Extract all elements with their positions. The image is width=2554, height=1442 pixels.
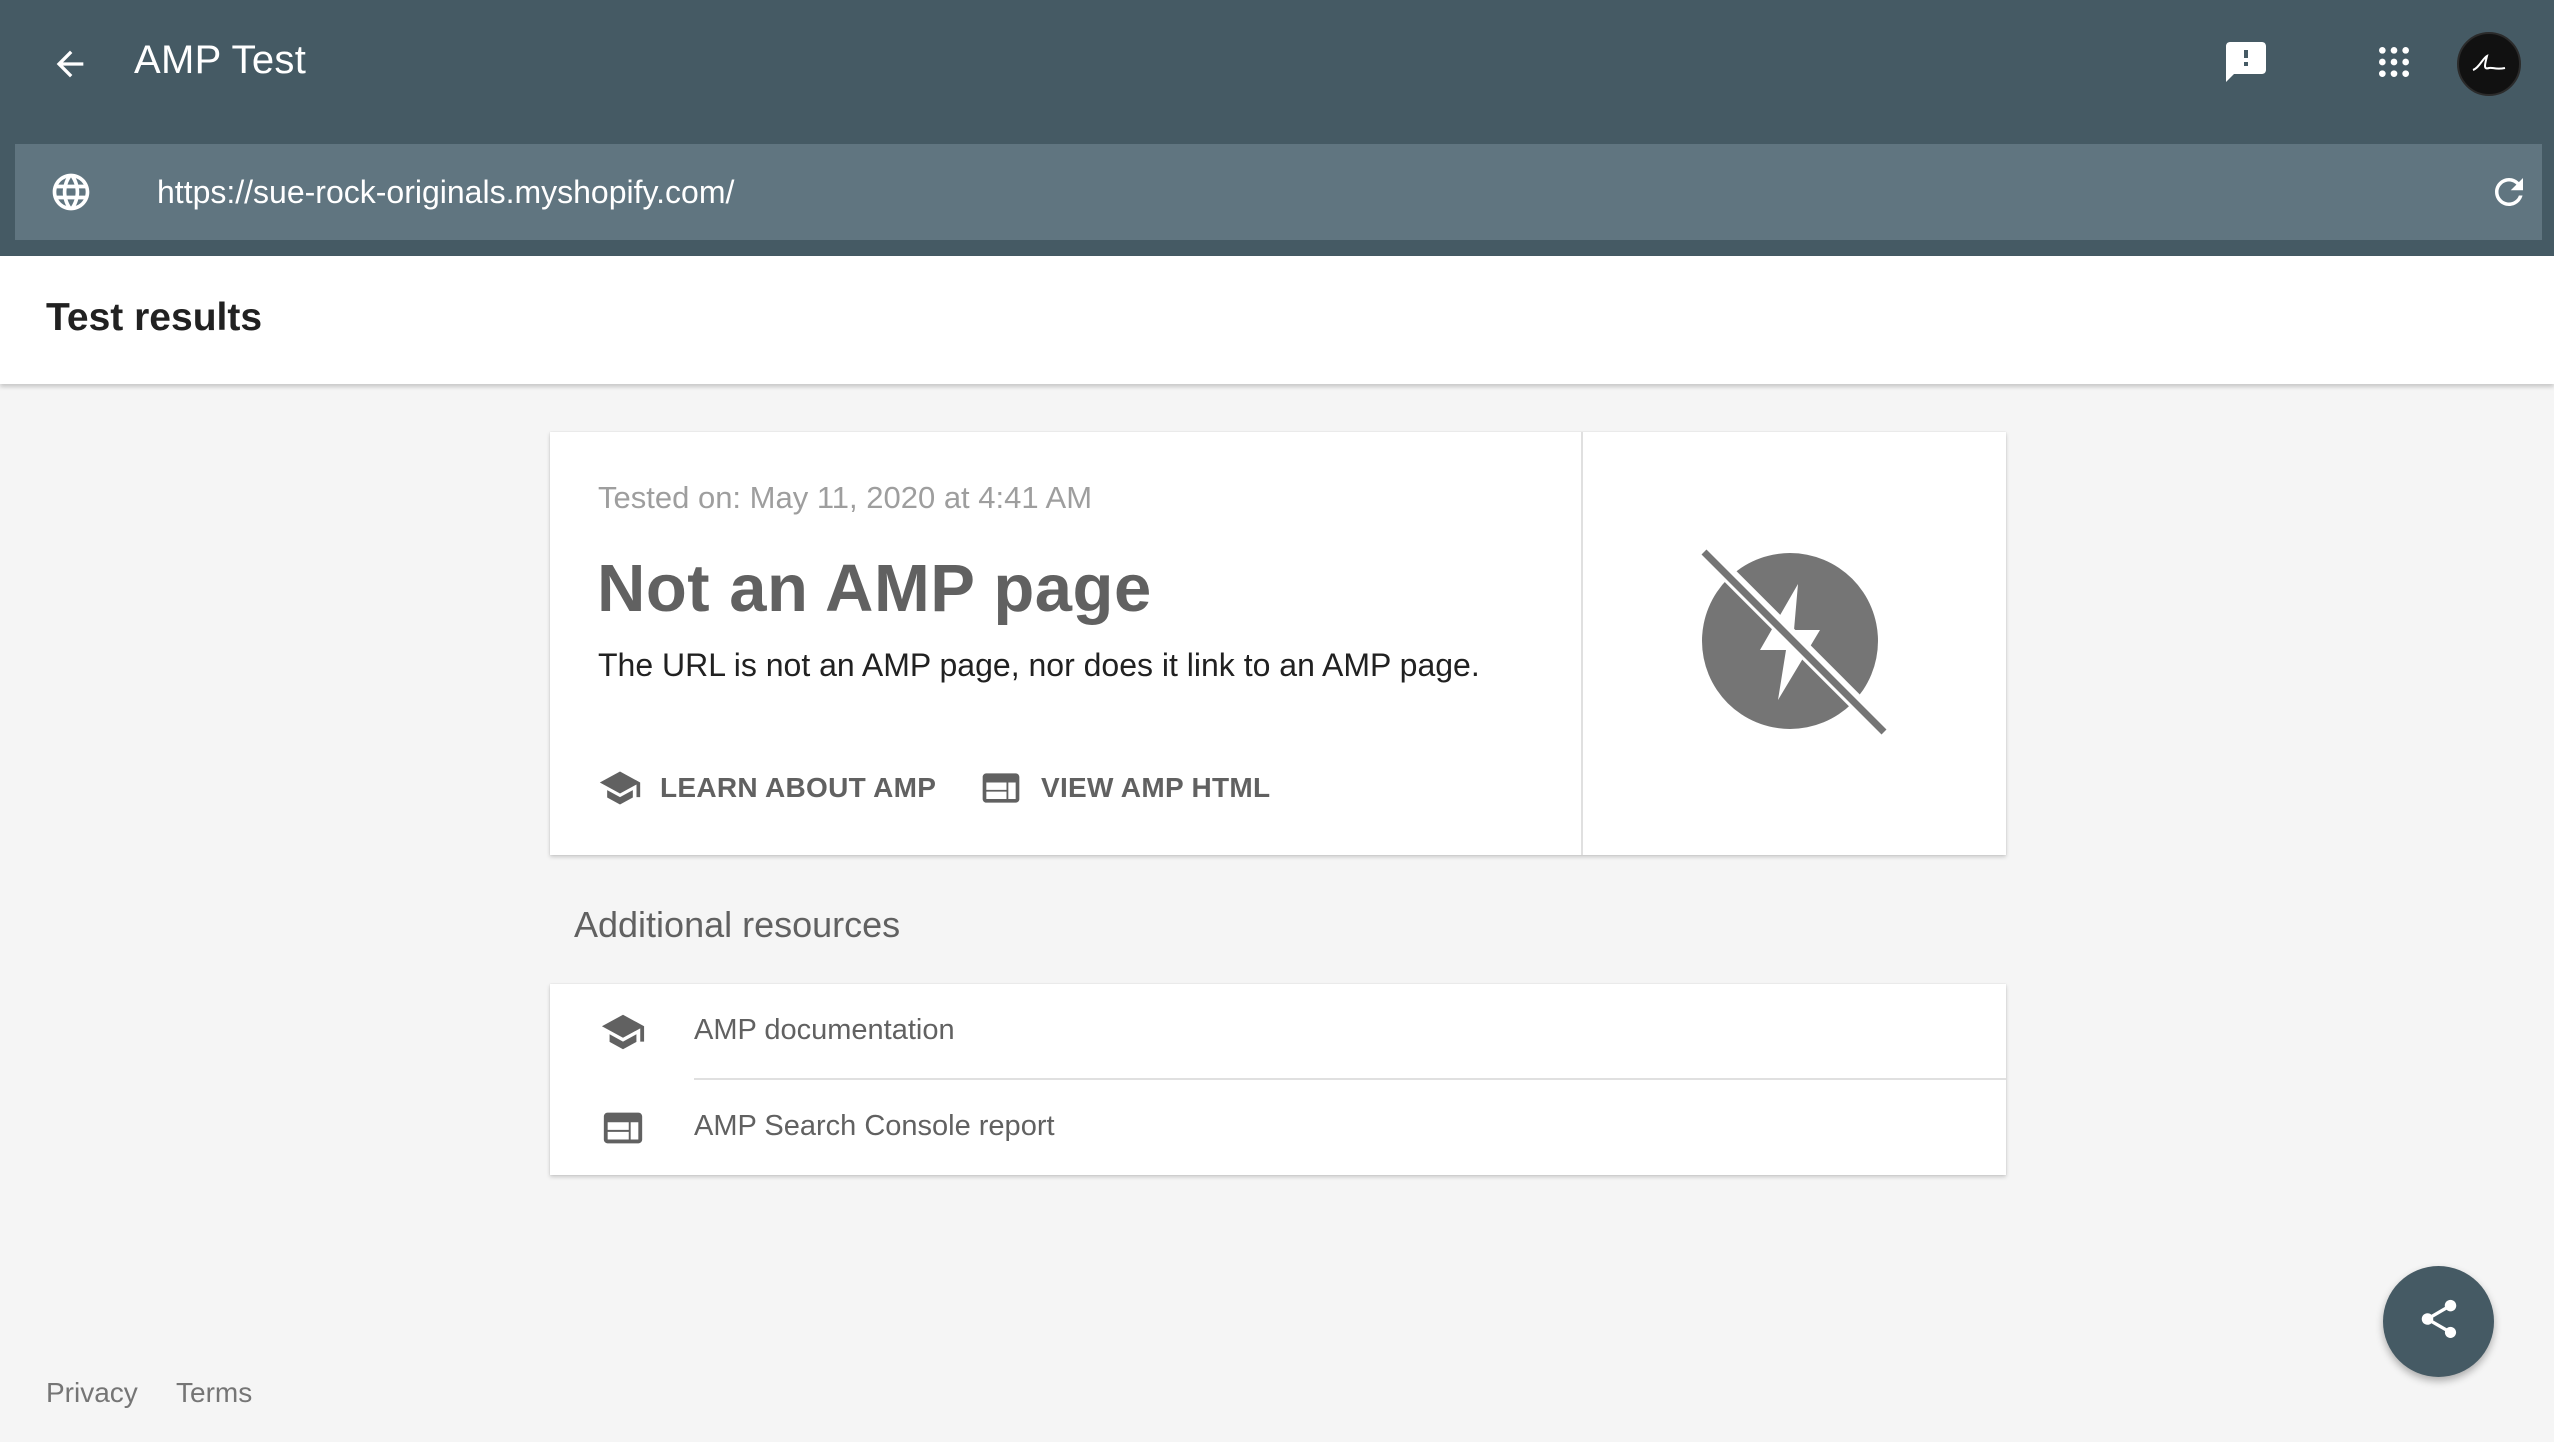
learn-about-amp-button[interactable]: LEARN ABOUT AMP (598, 760, 936, 816)
globe-icon (48, 169, 94, 215)
verdict-card: Tested on: May 11, 2020 at 4:41 AM Not a… (550, 432, 2006, 855)
resources-title: Additional resources (574, 904, 901, 945)
school-icon (600, 1009, 646, 1055)
results-header: Test results (0, 256, 2554, 384)
resources-card: AMP documentation AMP Search Console rep… (550, 984, 2006, 1175)
share-button[interactable] (2383, 1266, 2494, 1377)
page-title: Test results (46, 296, 263, 339)
url-bar (15, 144, 2542, 240)
learn-about-amp-label: LEARN ABOUT AMP (660, 772, 937, 803)
resource-amp-search-console-report[interactable]: AMP Search Console report (550, 1080, 2006, 1175)
view-amp-html-button[interactable]: VIEW AMP HTML (979, 760, 1270, 816)
resource-amp-documentation[interactable]: AMP documentation (550, 984, 2006, 1079)
web-layout-icon (979, 766, 1023, 810)
amp-disabled-icon (1699, 546, 1890, 741)
verdict-details: Tested on: May 11, 2020 at 4:41 AM Not a… (550, 432, 1581, 855)
resource-label: AMP Search Console report (694, 1110, 1055, 1142)
url-input[interactable] (157, 170, 2357, 214)
tested-on-timestamp: Tested on: May 11, 2020 at 4:41 AM (598, 480, 1093, 515)
share-icon (2416, 1296, 2462, 1347)
app-title: AMP Test (134, 38, 307, 82)
back-arrow-icon[interactable] (47, 41, 93, 87)
privacy-link[interactable]: Privacy (46, 1377, 138, 1409)
status-icon-panel (1583, 432, 2006, 855)
terms-link[interactable]: Terms (176, 1377, 252, 1409)
feedback-icon[interactable] (2216, 32, 2276, 92)
reload-icon[interactable] (2485, 168, 2533, 216)
web-layout-icon (600, 1105, 646, 1151)
avatar[interactable] (2457, 32, 2521, 96)
verdict-title: Not an AMP page (597, 551, 1152, 626)
school-icon (598, 766, 642, 810)
app-bar: AMP Test (0, 0, 2554, 256)
resource-label: AMP documentation (694, 1014, 955, 1046)
view-amp-html-label: VIEW AMP HTML (1041, 772, 1271, 803)
apps-grid-icon[interactable] (2364, 32, 2424, 92)
verdict-description: The URL is not an AMP page, nor does it … (598, 647, 1480, 683)
